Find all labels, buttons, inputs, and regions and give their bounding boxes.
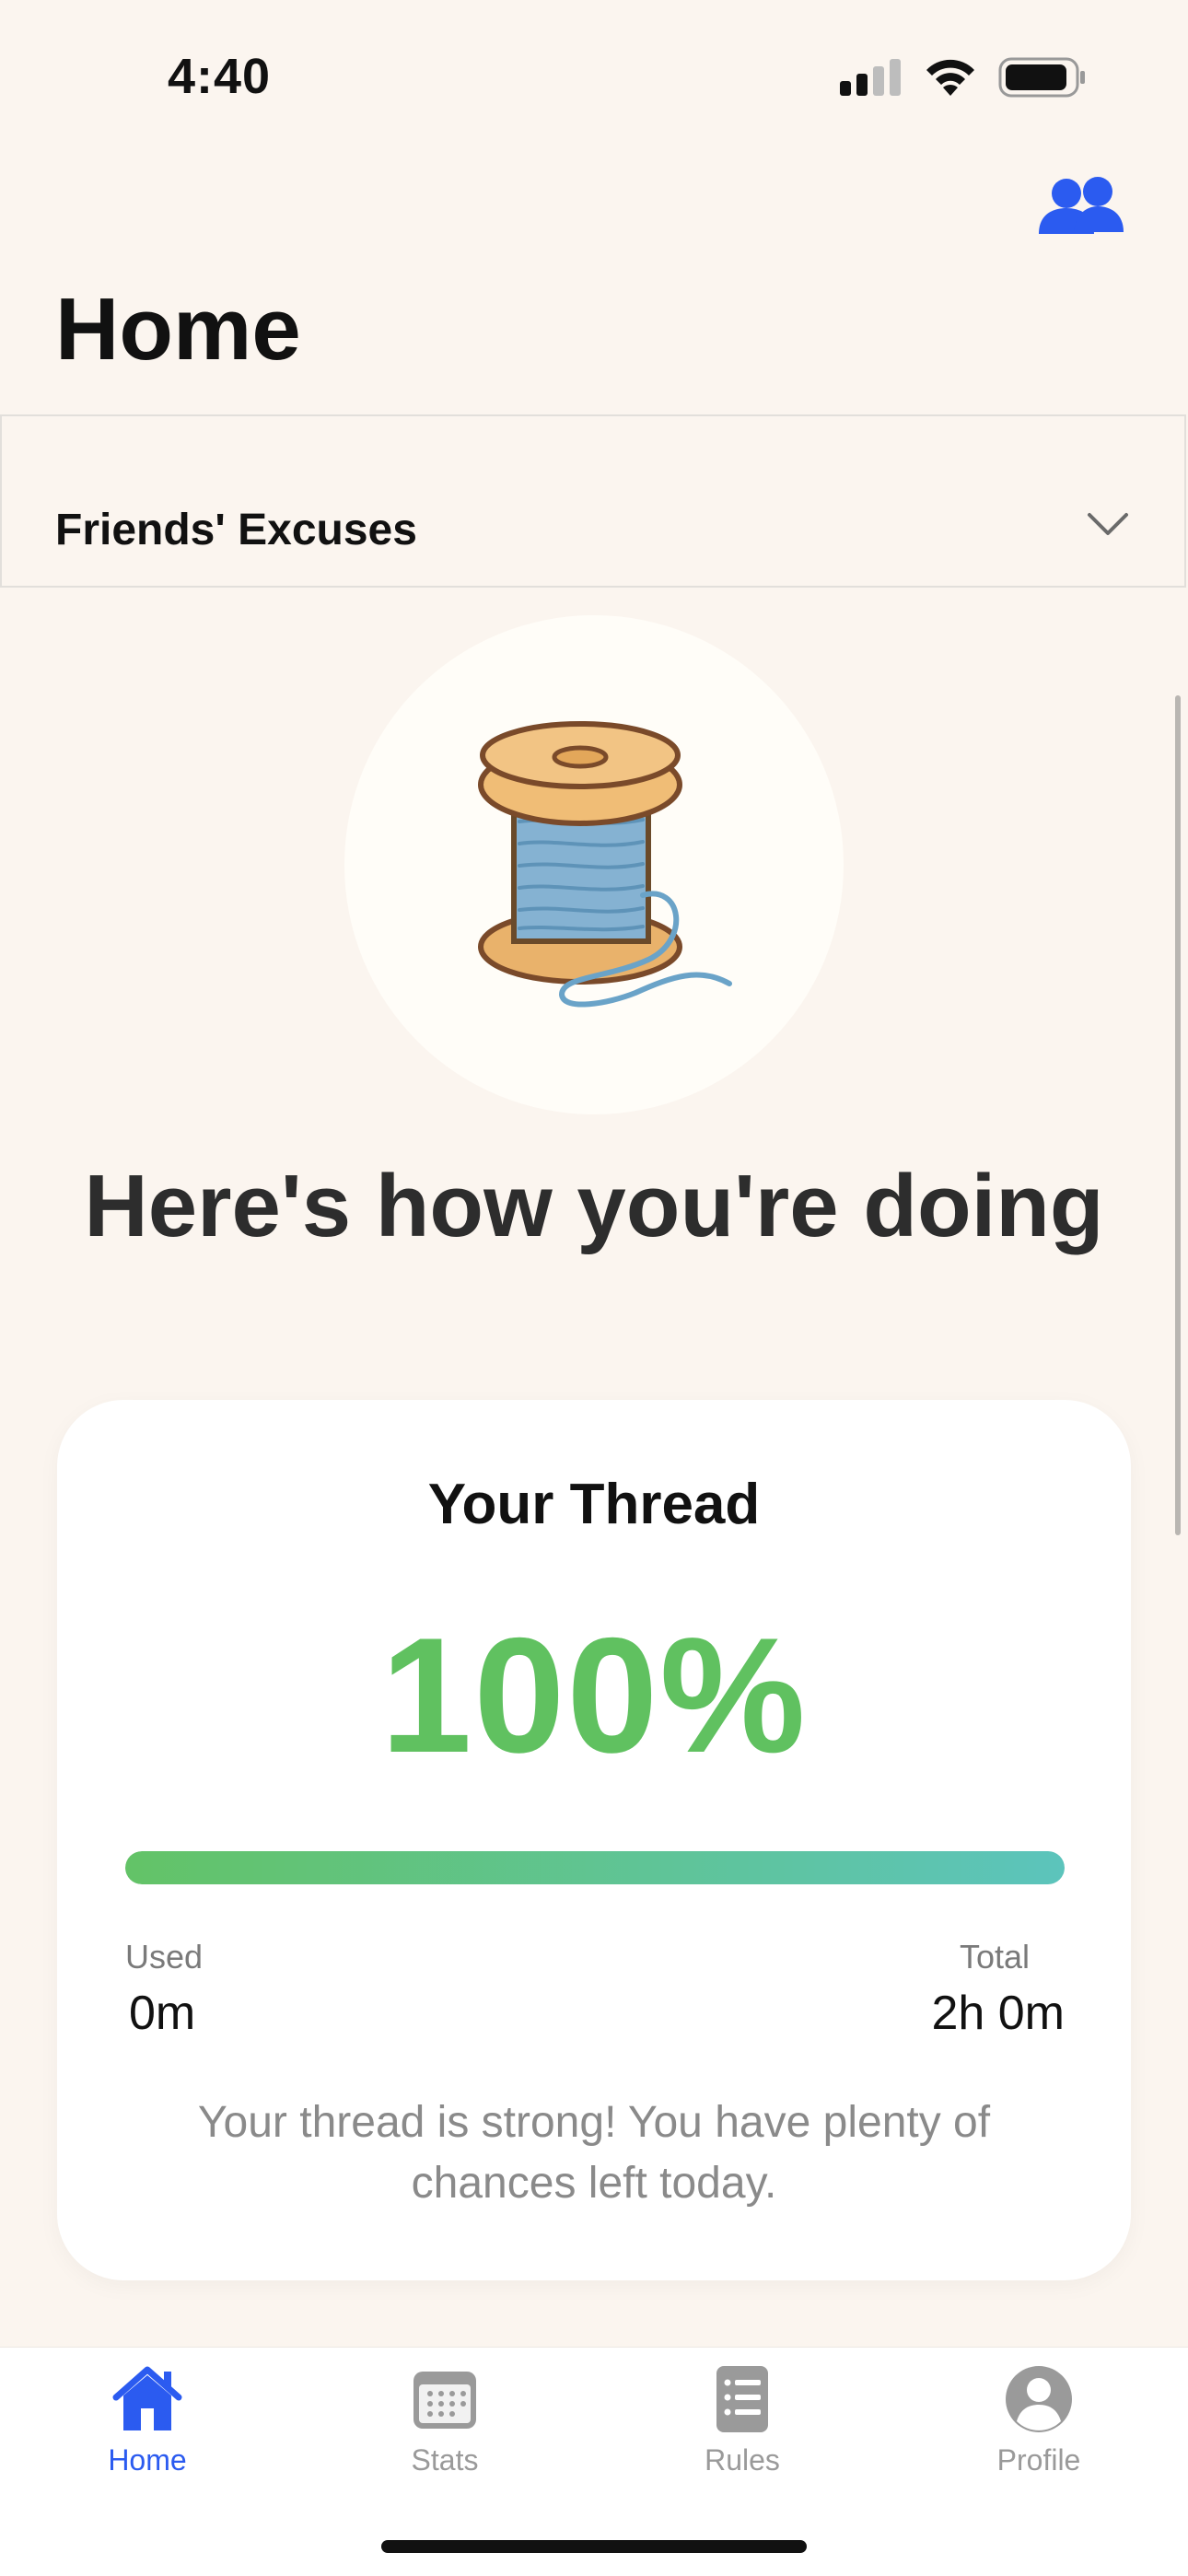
- scrollbar[interactable]: [1175, 695, 1181, 1535]
- person-circle-icon: [1006, 2366, 1072, 2432]
- thread-card: Your Thread 100% Used 0m Total 2h 0m You…: [57, 1400, 1131, 2280]
- total-label: Total: [959, 1938, 1030, 1976]
- thread-percent: 100%: [380, 1603, 808, 1787]
- list-icon: [716, 2366, 768, 2432]
- tab-rules-label: Rules: [705, 2443, 780, 2477]
- tab-stats-label: Stats: [411, 2443, 479, 2477]
- thread-status-message: Your thread is strong! You have plenty o…: [197, 2098, 991, 2208]
- status-bar: 4:40: [0, 0, 1188, 147]
- friends-excuses-label: Friends' Excuses: [55, 506, 417, 554]
- cellular-signal-icon: [840, 59, 901, 96]
- page-title: Home: [55, 280, 301, 379]
- tab-home[interactable]: Home: [55, 2362, 239, 2500]
- tab-stats[interactable]: Stats: [353, 2362, 537, 2500]
- total-value: 2h 0m: [931, 1987, 1065, 2040]
- status-icons: [838, 57, 1087, 98]
- thread-card-title: Your Thread: [427, 1473, 761, 1536]
- tab-rules[interactable]: Rules: [650, 2362, 834, 2500]
- used-label: Used: [125, 1938, 204, 1976]
- home-icon: [112, 2366, 182, 2430]
- used-value: 0m: [129, 1987, 196, 2040]
- wifi-icon: [926, 59, 974, 96]
- friends-icon: [1039, 177, 1124, 234]
- chevron-down-icon: [1088, 513, 1128, 535]
- thread-progress-bar: [125, 1851, 1065, 1884]
- thread-progress-fill: [125, 1851, 1065, 1884]
- tab-profile[interactable]: Profile: [947, 2362, 1131, 2500]
- tab-profile-label: Profile: [996, 2443, 1081, 2477]
- calendar-icon: [413, 2372, 476, 2429]
- friends-button[interactable]: [1037, 173, 1125, 247]
- tab-home-label: Home: [108, 2443, 187, 2477]
- status-time: 4:40: [168, 49, 272, 104]
- home-indicator: [381, 2540, 807, 2553]
- progress-headline: Here's how you're doing: [84, 1157, 1104, 1255]
- battery-icon: [998, 57, 1085, 98]
- thread-spool-icon: [478, 721, 732, 1008]
- friends-excuses-dropdown[interactable]: Friends' Excuses: [0, 414, 1186, 588]
